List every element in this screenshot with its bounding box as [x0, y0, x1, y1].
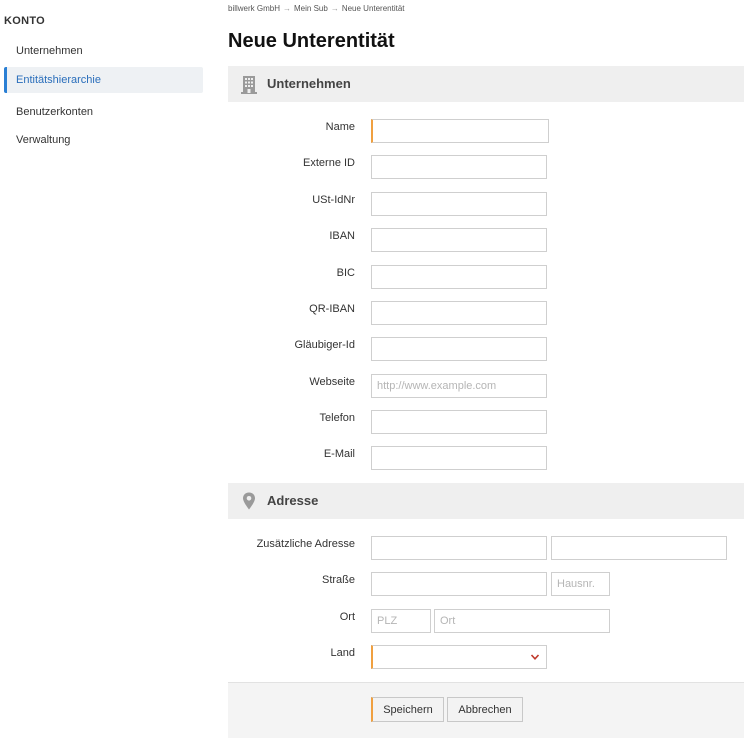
company-section-title: Unternehmen: [267, 76, 351, 91]
zip-field[interactable]: [371, 609, 431, 633]
website-field[interactable]: [371, 374, 547, 398]
address-section-header: Adresse: [228, 483, 744, 519]
vat-id-field[interactable]: [371, 192, 547, 216]
vat-id-label: USt-IdNr: [312, 194, 355, 206]
country-label: Land: [330, 647, 355, 659]
sidebar-item-verwaltung[interactable]: Verwaltung: [4, 127, 203, 153]
additional-address-field-2[interactable]: [551, 536, 727, 560]
building-icon: [241, 76, 257, 94]
country-select[interactable]: [371, 645, 547, 669]
cancel-button[interactable]: Abbrechen: [447, 697, 523, 722]
additional-address-label: Zusätzliche Adresse: [256, 538, 355, 550]
phone-field[interactable]: [371, 410, 547, 434]
email-label: E-Mail: [323, 448, 355, 460]
breadcrumb-separator: →: [330, 4, 339, 13]
breadcrumb-item-current: Neue Unterentität: [341, 4, 405, 13]
map-pin-icon: [243, 492, 255, 510]
sidebar-heading: KONTO: [4, 15, 46, 27]
address-section-title: Adresse: [267, 493, 319, 508]
breadcrumb-item-sub[interactable]: Mein Sub: [294, 4, 328, 13]
bic-field[interactable]: [371, 265, 547, 289]
external-id-label: Externe ID: [303, 157, 355, 169]
city-label: Ort: [339, 611, 355, 623]
sidebar: KONTO Unternehmen Entitätshierarchie Ben…: [0, 0, 210, 752]
city-field[interactable]: [434, 609, 610, 633]
sidebar-item-entitaetshierarchie[interactable]: Entitätshierarchie: [4, 67, 203, 93]
qr-iban-field[interactable]: [371, 301, 547, 325]
chevron-down-icon: [530, 654, 540, 660]
iban-label: IBAN: [329, 230, 355, 242]
breadcrumb: billwerk GmbH → Mein Sub → Neue Unterentität: [228, 4, 405, 13]
email-field[interactable]: [371, 446, 547, 470]
website-label: Webseite: [309, 376, 355, 388]
street-field[interactable]: [371, 572, 547, 596]
name-label: Name: [325, 121, 355, 133]
sidebar-item-unternehmen[interactable]: Unternehmen: [4, 38, 203, 64]
creditor-id-label: Gläubiger-Id: [294, 339, 355, 351]
sidebar-item-benutzerkonten[interactable]: Benutzerkonten: [4, 99, 203, 125]
street-label: Straße: [321, 574, 355, 586]
breadcrumb-separator: →: [283, 4, 292, 13]
breadcrumb-item-company[interactable]: billwerk GmbH: [228, 4, 280, 13]
qr-iban-label: QR-IBAN: [309, 303, 355, 315]
iban-field[interactable]: [371, 228, 547, 252]
save-button[interactable]: Speichern: [371, 697, 444, 722]
name-field[interactable]: [371, 119, 549, 143]
company-section-header: Unternehmen: [228, 66, 744, 102]
house-number-field[interactable]: [551, 572, 610, 596]
page-title: Neue Unterentität: [228, 30, 395, 52]
phone-label: Telefon: [319, 412, 355, 424]
bic-label: BIC: [336, 267, 355, 279]
creditor-id-field[interactable]: [371, 337, 547, 361]
additional-address-field-1[interactable]: [371, 536, 547, 560]
external-id-field[interactable]: [371, 155, 547, 179]
